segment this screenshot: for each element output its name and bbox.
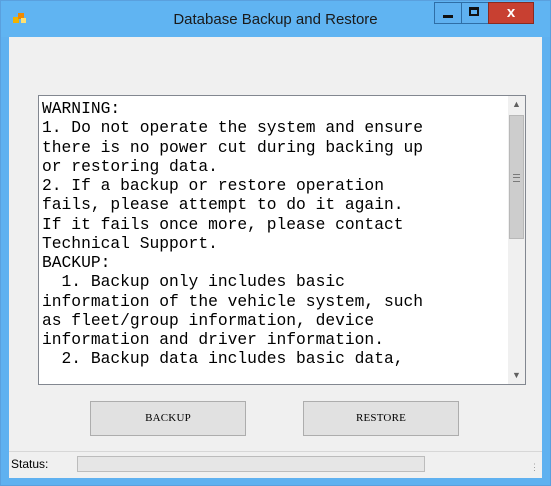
vertical-scrollbar[interactable]: ▲ ▼: [508, 96, 525, 384]
minimize-icon: [443, 15, 453, 18]
resize-grip-icon[interactable]: ⋮: [529, 463, 539, 475]
close-button[interactable]: x: [488, 2, 534, 24]
grip-icon: [513, 174, 520, 182]
scroll-thumb[interactable]: [509, 115, 524, 239]
maximize-button[interactable]: [461, 2, 488, 24]
notes-text: WARNING: 1. Do not operate the system an…: [42, 99, 424, 369]
status-label: Status:: [11, 457, 49, 471]
notes-textbox[interactable]: WARNING: 1. Do not operate the system an…: [38, 95, 526, 385]
status-bar: Status: ⋮: [9, 451, 542, 478]
maximize-icon: [469, 7, 479, 16]
client-area: WARNING: 1. Do not operate the system an…: [9, 37, 542, 478]
title-bar[interactable]: Database Backup and Restore x: [1, 1, 550, 37]
backup-button[interactable]: BACKUP: [90, 401, 246, 436]
status-progress-bar: [77, 456, 425, 472]
scroll-down-icon[interactable]: ▼: [508, 367, 525, 384]
scroll-up-icon[interactable]: ▲: [508, 96, 525, 113]
restore-button[interactable]: RESTORE: [303, 401, 459, 436]
close-icon: x: [506, 4, 516, 21]
minimize-button[interactable]: [434, 2, 461, 24]
app-window: Database Backup and Restore x WARNING: 1…: [0, 0, 551, 486]
